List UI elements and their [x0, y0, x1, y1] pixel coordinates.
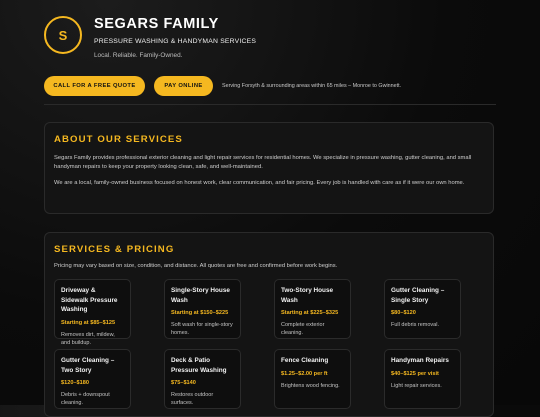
service-description: Complete exterior cleaning.	[281, 322, 325, 336]
service-description: Brightens wood fencing.	[281, 382, 340, 389]
service-tile: Fence Cleaning $1.25–$2.00 per ft Bright…	[274, 349, 351, 409]
service-price: $40–$125 per visit	[391, 370, 439, 377]
pricing-title: SERVICES & PRICING	[54, 244, 175, 255]
pricing-note: Pricing may vary based on size, conditio…	[54, 263, 338, 269]
service-price: Starting at $225–$325	[281, 310, 339, 316]
service-description: Light repair services.	[391, 382, 442, 389]
site-tagline: Local. Reliable. Family-Owned.	[94, 52, 183, 59]
service-tile: Two-Story House Wash Starting at $225–$3…	[274, 279, 351, 339]
brand-logo: S	[44, 16, 82, 54]
site-subtitle: PRESSURE WASHING & HANDYMAN SERVICES	[94, 38, 257, 45]
service-name: Fence Cleaning	[281, 357, 329, 364]
site-title: SEGARS FAMILY	[94, 16, 219, 32]
service-name: Gutter Cleaning – Single Story	[391, 287, 445, 304]
header-divider	[44, 104, 496, 105]
free-quote-button[interactable]: CALL FOR A FREE QUOTE	[44, 76, 145, 96]
service-tile: Deck & Patio Pressure Washing $75–$140 R…	[164, 349, 241, 409]
about-paragraph-1: Segars Family provides professional exte…	[54, 155, 472, 170]
about-card: ABOUT OUR SERVICES Segars Family provide…	[44, 122, 494, 214]
service-name: Single-Story House Wash	[171, 287, 230, 304]
service-description: Full debris removal.	[391, 322, 439, 328]
service-name: Two-Story House Wash	[281, 287, 334, 304]
about-title: ABOUT OUR SERVICES	[54, 134, 183, 145]
service-price: $80–$120	[391, 310, 416, 316]
service-tile: Gutter Cleaning – Single Story $80–$120 …	[384, 279, 461, 339]
page: S SEGARS FAMILY PRESSURE WASHING & HANDY…	[0, 0, 540, 417]
service-area-text: Serving Forsyth & surrounding areas with…	[222, 83, 402, 89]
cta-row: CALL FOR A FREE QUOTE PAY ONLINE Serving…	[44, 76, 401, 96]
service-name: Deck & Patio Pressure Washing	[171, 357, 227, 374]
service-price: $75–$140	[171, 380, 196, 386]
logo-letter: S	[58, 27, 68, 43]
service-price: Starting at $85–$125	[61, 319, 116, 326]
service-price: $120–$180	[61, 380, 89, 386]
service-tile: Driveway & Sidewalk Pressure Washing Sta…	[54, 279, 131, 346]
service-name: Driveway & Sidewalk Pressure Washing	[61, 287, 118, 313]
service-name: Handyman Repairs	[391, 357, 449, 364]
about-paragraph-2: We are a local, family-owned business fo…	[54, 180, 465, 186]
service-price: Starting at $150–$225	[171, 310, 229, 316]
service-tile: Gutter Cleaning – Two Story $120–$180 De…	[54, 349, 131, 409]
pricing-card: SERVICES & PRICING Pricing may vary base…	[44, 232, 494, 417]
service-price: $1.25–$2.00 per ft	[281, 370, 328, 377]
service-description: Soft wash for single-story homes.	[171, 322, 233, 336]
service-name: Gutter Cleaning – Two Story	[61, 357, 115, 374]
pay-online-button[interactable]: PAY ONLINE	[154, 76, 213, 96]
service-description: Removes dirt, mildew, and buildup.	[61, 331, 115, 346]
service-tile: Handyman Repairs $40–$125 per visit Ligh…	[384, 349, 461, 409]
service-tile: Single-Story House Wash Starting at $150…	[164, 279, 241, 339]
